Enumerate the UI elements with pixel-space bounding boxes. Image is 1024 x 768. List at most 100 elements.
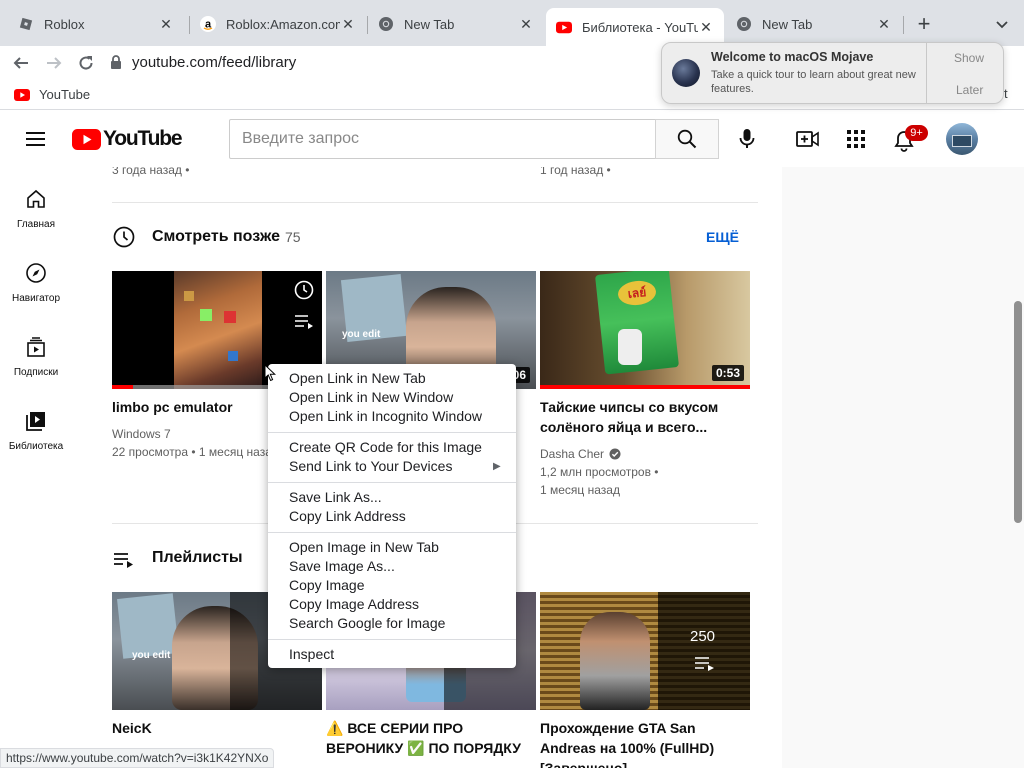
menu-item-open-link-new-window[interactable]: Open Link in New Window [268,388,516,407]
youtube-sidebar: Главная Навигатор Подписки Библиотека [0,167,72,768]
chrome-icon [736,16,752,32]
home-icon [24,187,48,211]
menu-item-open-image-new-tab[interactable]: Open Image in New Tab [268,538,516,557]
context-menu: Open Link in New Tab Open Link in New Wi… [268,364,516,668]
browser-tab-youtube-library[interactable]: Библиотека - YouTube ✕ [546,8,724,46]
link-status-bar: https://www.youtube.com/watch?v=i3k1K42Y… [0,748,275,768]
video-channel[interactable]: Windows 7 [112,427,171,441]
playlist-thumbnail[interactable]: 250 [540,592,750,710]
menu-item-create-qr-code[interactable]: Create QR Code for this Image [268,438,516,457]
close-tab-icon[interactable]: ✕ [518,16,534,33]
sidebar-item-subscriptions[interactable]: Подписки [0,315,72,389]
video-age: 1 месяц назад [540,483,620,497]
close-tab-icon[interactable]: ✕ [876,16,892,33]
mouse-cursor-icon [264,363,277,382]
avatar-image-detail [952,135,972,147]
menu-item-inspect[interactable]: Inspect [268,645,516,664]
menu-item-copy-link-address[interactable]: Copy Link Address [268,507,516,526]
macos-mojave-icon [672,59,700,87]
library-icon [24,409,48,433]
search-button[interactable] [655,119,719,159]
menu-item-send-link-to-devices[interactable]: Send Link to Your Devices ▶ [268,457,516,476]
reload-icon [79,56,93,70]
browser-tab-new-tab[interactable]: New Tab ✕ [726,8,902,40]
tab-search-chevron-icon[interactable] [992,14,1012,34]
notification-later-button[interactable]: Later [956,83,983,97]
hamburger-menu-icon[interactable] [25,129,47,149]
menu-item-copy-image[interactable]: Copy Image [268,576,516,595]
see-all-button[interactable]: ЕЩЁ [706,229,739,245]
menu-item-open-link-new-tab[interactable]: Open Link in New Tab [268,369,516,388]
clock-icon [112,225,136,249]
address-bar[interactable]: youtube.com/feed/library [110,48,670,76]
close-tab-icon[interactable]: ✕ [698,19,714,36]
forward-button[interactable] [41,50,67,76]
menu-item-open-link-incognito[interactable]: Open Link in Incognito Window [268,407,516,426]
roblox-icon [18,16,34,32]
back-arrow-icon [13,57,28,69]
thumbnail-detail [200,309,212,321]
tab-separator [903,16,904,34]
menu-item-save-link-as[interactable]: Save Link As... [268,488,516,507]
close-tab-icon[interactable]: ✕ [340,16,356,33]
apps-grid-icon [847,130,865,148]
browser-tab-amazon[interactable]: a Roblox:Amazon.com ✕ [190,8,366,40]
notification-title: Welcome to macOS Mojave [711,50,874,64]
notification-divider [926,43,927,103]
playlist-title[interactable]: ⚠️ ВСЕ СЕРИИ ПРО ВЕРОНИКУ ✅ ПО ПОРЯДКУ [326,718,536,758]
add-to-queue-icon[interactable] [294,313,314,329]
menu-item-save-image-as[interactable]: Save Image As... [268,557,516,576]
library-page: 3 года назад • 1 год назад • Смотреть по… [72,167,1024,768]
sidebar-item-explore[interactable]: Навигатор [0,241,72,315]
close-tab-icon[interactable]: ✕ [158,16,174,33]
create-video-button[interactable] [795,128,821,150]
menu-separator [268,482,516,483]
menu-separator [268,532,516,533]
back-button[interactable] [8,50,34,76]
video-thumbnail[interactable]: เลย์ 0:53 [540,271,750,389]
watch-later-title[interactable]: Смотреть позже [152,228,280,246]
playlist-video-count: 250 [690,628,716,645]
video-channel[interactable]: Dasha Cher [540,447,604,461]
search-icon [677,129,697,149]
verified-check-icon [609,448,621,460]
lock-icon [110,55,122,69]
video-title[interactable]: Тайские чипсы со вкусом солёного яйца и … [540,397,750,437]
menu-item-copy-image-address[interactable]: Copy Image Address [268,595,516,614]
thumbnail-image [117,593,179,659]
page-scrollbar[interactable] [1012,167,1024,768]
forward-arrow-icon [47,57,62,69]
menu-separator [268,639,516,640]
reload-button[interactable] [73,50,99,76]
thumbnail-caption: you edit [132,650,171,661]
thumbnail-caption: you edit [342,329,381,340]
video-views: 1,2 млн просмотров • [540,465,659,479]
thumbnail-image [580,612,650,710]
sidebar-item-library[interactable]: Библиотека [0,389,72,463]
video-meta: 1 год назад • [540,167,611,177]
subscriptions-icon [24,335,48,359]
watch-progress-bar [540,385,750,389]
browser-tab-new-tab[interactable]: New Tab ✕ [368,8,544,40]
scrollbar-thumb[interactable] [1014,301,1022,523]
voice-search-button[interactable] [736,127,758,151]
thumbnail-image [174,271,262,389]
bookmark-youtube[interactable]: YouTube [14,87,90,102]
apps-button[interactable] [846,129,866,149]
new-tab-button[interactable]: + [912,12,936,36]
menu-item-search-google-image[interactable]: Search Google for Image [268,614,516,633]
search-input[interactable]: Введите запрос [229,119,656,159]
playlist-title[interactable]: NeicK [112,718,322,738]
macos-notification[interactable]: Welcome to macOS Mojave Take a quick tou… [661,42,1004,104]
notification-show-button[interactable]: Show [954,51,984,65]
browser-tab-roblox[interactable]: Roblox ✕ [8,8,184,40]
youtube-header: YouTube Введите запрос 9+ [0,111,1024,167]
playlist-title[interactable]: Прохождение GTA San Andreas на 100% (Ful… [540,718,750,768]
url-text: youtube.com/feed/library [132,53,297,71]
sidebar-item-home[interactable]: Главная [0,167,72,241]
youtube-logo[interactable]: YouTube [72,127,183,151]
avatar[interactable] [946,123,978,155]
playlists-title[interactable]: Плейлисты [152,549,243,567]
section-divider [112,202,758,203]
watch-later-clock-icon[interactable] [294,280,314,300]
